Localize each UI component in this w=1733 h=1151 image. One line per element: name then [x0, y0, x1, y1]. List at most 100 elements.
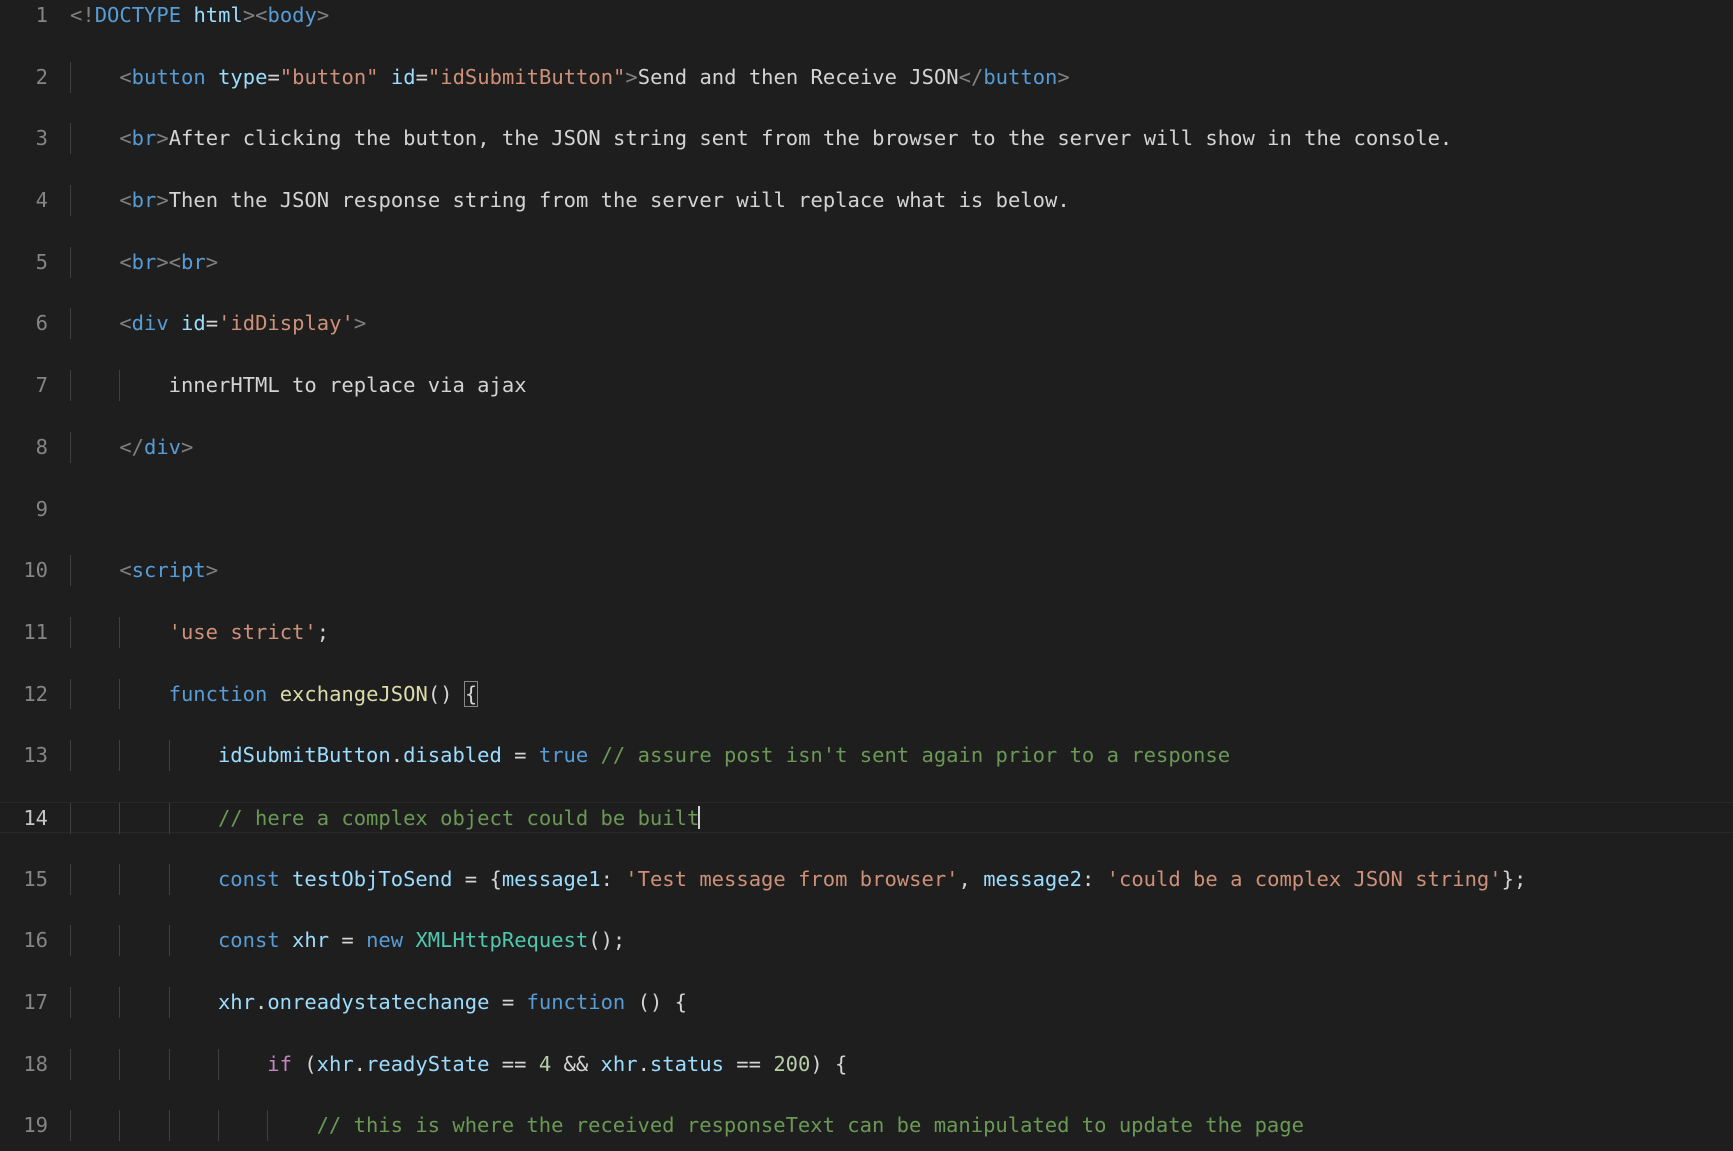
indent-guide: [70, 863, 71, 895]
token-brk: >: [316, 3, 330, 27]
indent-guide: [119, 370, 121, 401]
token-kw: function: [526, 990, 626, 1015]
token-attr: id: [181, 311, 206, 336]
token-tag: script: [131, 558, 206, 583]
token-var: message1: [501, 866, 601, 891]
code-line[interactable]: 6 <div id='idDisplay'>: [0, 308, 1733, 340]
indent-guide: [119, 1110, 121, 1142]
token-fn: exchangeJSON: [279, 681, 428, 706]
token-var: xhr: [600, 1051, 638, 1076]
indent-guide: [70, 185, 71, 216]
code-line[interactable]: 4 <br>Then the JSON response string from …: [0, 185, 1733, 216]
code-line[interactable]: 3 <br>After clicking the button, the JSON…: [0, 123, 1733, 155]
token-txt: innerHTML to replace via ajax: [168, 373, 527, 398]
code-text: // here a complex object could be built: [218, 803, 701, 834]
token-op: .: [637, 1051, 650, 1076]
token-op: =: [267, 64, 280, 89]
token-attr: html: [193, 3, 243, 27]
token-brk: >: [181, 434, 194, 459]
token-txt: Send and then Receive JSON: [637, 64, 959, 89]
line-number: 5: [35, 249, 48, 274]
code-text: <!DOCTYPE html><body>: [70, 0, 329, 31]
indent-guide: [70, 1048, 71, 1080]
token-kw: function: [168, 681, 268, 706]
indent-guide: [119, 925, 121, 957]
code-text: xhr.onreadystatechange = function () {: [218, 987, 687, 1018]
code-line[interactable]: 13 idSubmitButton.disabled = true // assu…: [0, 740, 1733, 772]
token-kw: true: [538, 743, 589, 768]
line-number: 4: [35, 188, 48, 213]
token-tag: button: [983, 64, 1058, 89]
code-line[interactable]: 11 'use strict';: [0, 616, 1733, 648]
token-brk: >: [353, 311, 367, 336]
token-tag: body: [267, 3, 317, 27]
indent-guide: [119, 863, 121, 895]
token-tag: br: [131, 188, 157, 213]
code-line[interactable]: 12 function exchangeJSON() {: [0, 678, 1733, 710]
indent-guide: [168, 987, 170, 1018]
token-var: idSubmitButton: [217, 743, 391, 768]
indent-guide: [119, 616, 121, 648]
token-brk: </: [958, 64, 984, 89]
line-number: 3: [35, 126, 48, 151]
token-tag: br: [181, 249, 206, 274]
token-brk: </: [119, 434, 144, 459]
token-tag: div: [144, 434, 182, 459]
code-line[interactable]: 17 xhr.onreadystatechange = function () {: [0, 987, 1733, 1018]
code-line[interactable]: 9: [0, 494, 1733, 525]
code-editor[interactable]: 1 <!DOCTYPE html><body> 2 <button type="but…: [0, 0, 1733, 1151]
token-brk: <: [119, 311, 132, 336]
code-line[interactable]: 15 const testObjToSend = {message1: 'Test…: [0, 863, 1733, 895]
token-var: message2: [983, 866, 1082, 891]
token-op: = {: [452, 866, 502, 891]
token-num: 4: [538, 1051, 552, 1076]
line-number: 16: [23, 928, 48, 953]
token-attr: id: [390, 64, 416, 89]
code-line[interactable]: 2 <button type="button" id="idSubmitButto…: [0, 61, 1733, 93]
code-line[interactable]: 10 <script>: [0, 555, 1733, 587]
code-text: innerHTML to replace via ajax: [169, 370, 527, 401]
code-line[interactable]: 7 innerHTML to replace via ajax: [0, 370, 1733, 401]
indent-guide: [119, 740, 121, 772]
indent-guide: [168, 803, 170, 834]
code-text: <script>: [119, 555, 218, 586]
indent-guide: [217, 1048, 219, 1080]
indent-guide: [168, 863, 170, 895]
line-number: 17: [23, 990, 48, 1015]
line-number: 9: [35, 496, 48, 521]
token-brk: <: [119, 558, 132, 583]
code-text: // this is where the received responseTe…: [317, 1110, 1304, 1141]
token-var: xhr: [292, 928, 330, 953]
line-number: 18: [23, 1051, 48, 1076]
code-line[interactable]: 14 // here a complex object could be buil…: [0, 802, 1733, 834]
code-line[interactable]: 5 <br><br>: [0, 246, 1733, 278]
code-text: <button type="button" id="idSubmitButton…: [119, 62, 1069, 93]
token-brk: >: [156, 188, 169, 213]
token-var: status: [649, 1051, 724, 1076]
token-var: readyState: [366, 1051, 490, 1076]
token-str: 'Test message from browser': [625, 866, 959, 891]
indent-guide: [70, 308, 71, 340]
code-text: const testObjToSend = {message1: 'Test m…: [218, 864, 1526, 895]
code-line[interactable]: 18 if (xhr.readyState == 4 && xhr.status …: [0, 1048, 1733, 1080]
code-text: 'use strict';: [169, 617, 329, 648]
matching-bracket: {: [463, 680, 479, 707]
line-number: 15: [23, 866, 48, 891]
code-line[interactable]: 1 <!DOCTYPE html><body>: [0, 0, 1733, 31]
code-line[interactable]: 8 </div>: [0, 431, 1733, 463]
token-txt: After clicking the button, the JSON stri…: [168, 126, 1453, 151]
token-brk: <: [119, 249, 132, 274]
token-brk: >: [1057, 64, 1070, 89]
code-line[interactable]: 19 // this is where the received response…: [0, 1110, 1733, 1142]
token-op: () {: [625, 990, 687, 1015]
token-str: 'could be a complex JSON string': [1106, 866, 1502, 891]
code-line[interactable]: 16 const xhr = new XMLHttpRequest();: [0, 925, 1733, 957]
token-tag: br: [131, 126, 157, 151]
token-str: "button": [279, 64, 379, 89]
code-text: if (xhr.readyState == 4 && xhr.status ==…: [267, 1049, 847, 1080]
token-str: 'use strict': [168, 619, 317, 644]
indent-guide: [168, 1048, 170, 1080]
